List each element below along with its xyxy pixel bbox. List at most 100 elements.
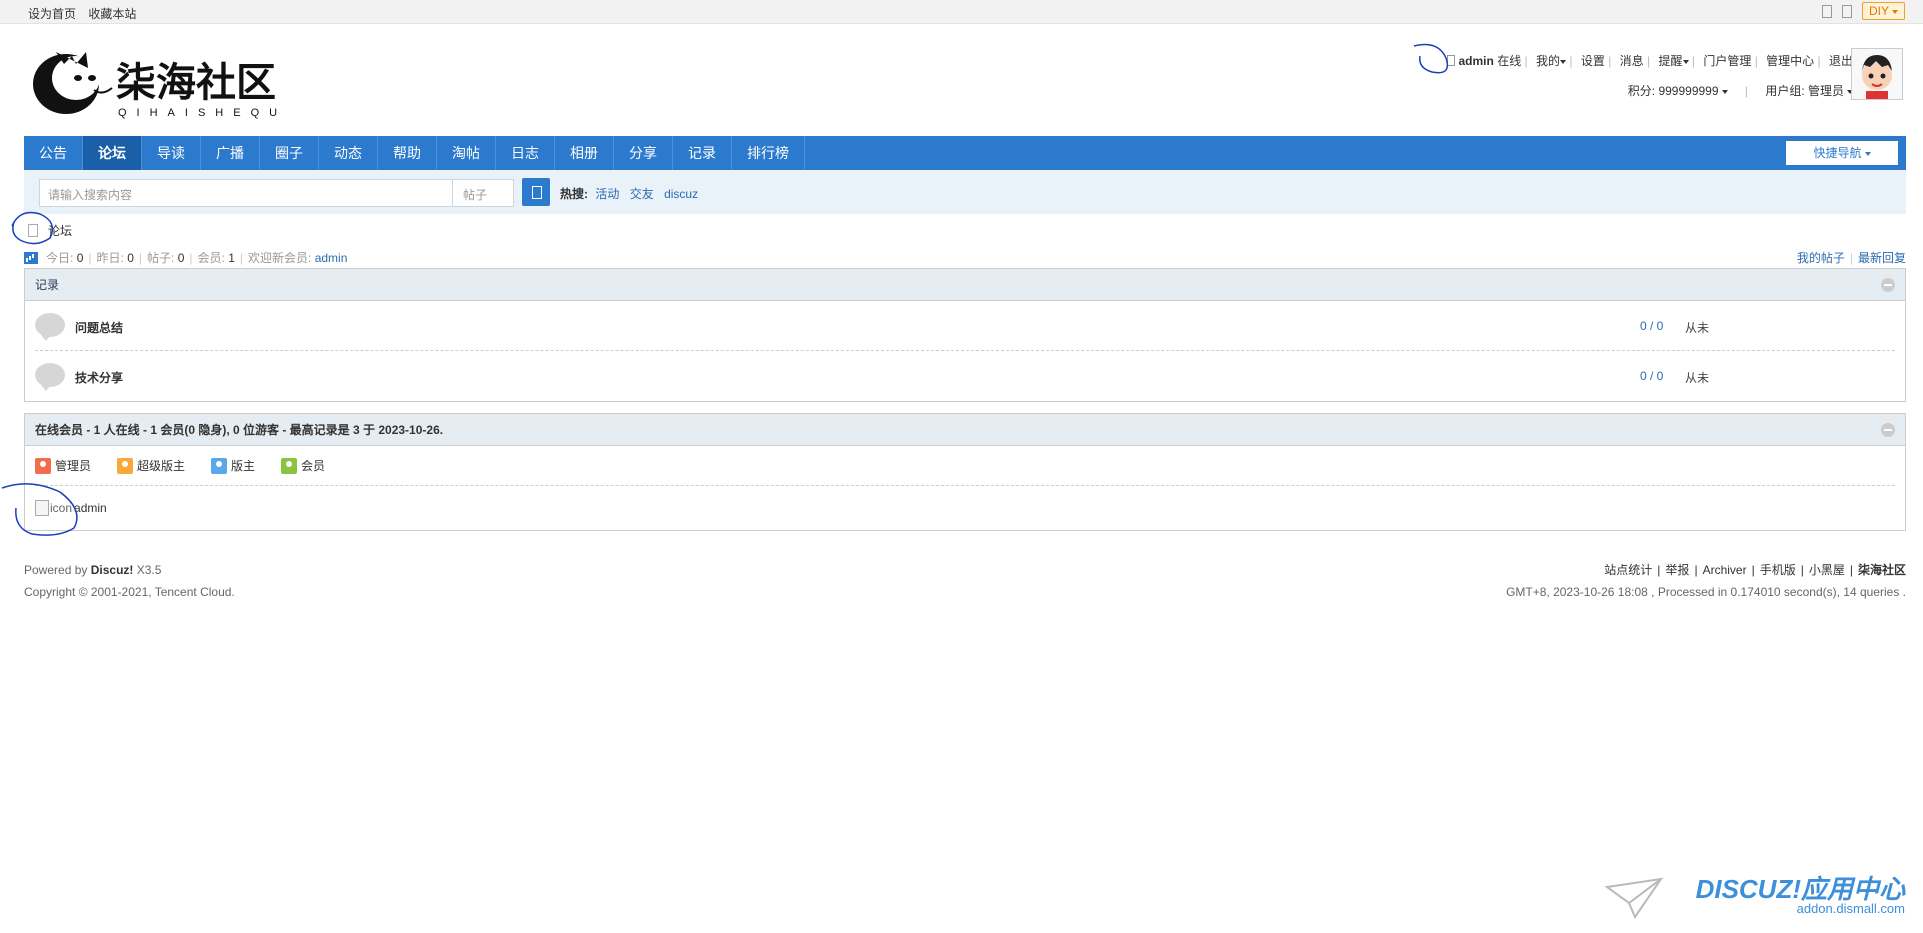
chevron-down-icon — [1864, 151, 1871, 156]
menu-admin-center[interactable]: 管理中心 — [1766, 54, 1814, 68]
credits-menu[interactable]: 积分: 999999999 — [1628, 84, 1728, 98]
menu-my[interactable]: 我的 — [1536, 54, 1567, 68]
mobile-icon[interactable] — [1821, 4, 1832, 18]
forum-stats: 今日: 0 | 昨日: 0 | 帖子: 0 | 会员: 1 | 欢迎新会员: a… — [24, 249, 347, 266]
footer-link-site[interactable]: 柒海社区 — [1858, 563, 1906, 577]
forum-name[interactable]: 技术分享 — [75, 369, 123, 386]
logo-icon: 柒海社区 QIHAISHEQU — [33, 52, 277, 119]
paper-plane-icon — [1605, 877, 1664, 920]
posts-label: 帖子: — [147, 251, 175, 265]
admin-user-icon — [35, 457, 51, 474]
user-info-row: 积分: 999999999 | 用户组: 管理员 — [1447, 82, 1853, 99]
switch-width-icon[interactable] — [1841, 4, 1852, 18]
online-user[interactable]: icon — [35, 499, 72, 517]
quick-nav-label: 快捷导航 — [1813, 146, 1862, 160]
version-text: X3.5 — [136, 563, 162, 577]
footer-link-mobile[interactable]: 手机版 — [1760, 563, 1796, 577]
nav-item-collections[interactable]: 淘帖 — [437, 136, 496, 170]
copyright: Copyright © 2001-2021, Tencent Cloud. — [24, 585, 235, 599]
legend-moderator: 版主 — [211, 457, 255, 474]
category-box: 记录 问题总结 0 / 0 从未 技术分享 0 / 0 从未 — [24, 268, 1906, 402]
hot-term-link[interactable]: 交友 — [630, 187, 654, 201]
super-moderator-user-icon — [117, 457, 134, 474]
nav-item-help[interactable]: 帮助 — [378, 136, 437, 170]
forum-count: 0 / 0 — [1640, 369, 1664, 383]
username-link[interactable]: admin — [1459, 54, 1494, 68]
chevron-down-icon — [1560, 59, 1567, 64]
welcome-label: 欢迎新会员: — [248, 251, 312, 265]
legend-label: 会员 — [301, 459, 326, 473]
footer-link-report[interactable]: 举报 — [1665, 563, 1689, 577]
nav-item-broadcast[interactable]: 广播 — [201, 136, 260, 170]
footer-link-stats[interactable]: 站点统计 — [1604, 563, 1652, 577]
latest-replies-link[interactable]: 最新回复 — [1858, 251, 1906, 265]
forum-row: 问题总结 0 / 0 从未 — [35, 301, 1895, 351]
menu-logout[interactable]: 退出 — [1829, 54, 1853, 68]
online-status[interactable]: 在线 — [1497, 54, 1521, 68]
quick-nav-button[interactable]: 快捷导航 — [1786, 141, 1898, 165]
user-menu-row: admin 在线 | 我的 | 设置 | 消息 | 提醒 | 门户管理 | 管理… — [1447, 52, 1853, 69]
forum-name[interactable]: 问题总结 — [75, 319, 123, 336]
collapse-icon[interactable] — [1881, 278, 1895, 292]
menu-messages[interactable]: 消息 — [1620, 54, 1644, 68]
online-user-row: icon admin — [35, 486, 1895, 530]
nav-item-announcement[interactable]: 公告 — [24, 136, 83, 170]
set-home-link[interactable]: 设为首页 — [28, 7, 76, 21]
powered-prefix: Powered by — [24, 563, 88, 577]
legend-label: 超级版主 — [137, 459, 186, 473]
legend-label: 管理员 — [55, 459, 92, 473]
footer-link-archiver[interactable]: Archiver — [1703, 563, 1747, 577]
nav-item-ranking[interactable]: 排行榜 — [732, 136, 805, 170]
forum-count: 0 / 0 — [1640, 319, 1664, 333]
diy-button[interactable]: DIY — [1861, 2, 1905, 20]
chevron-down-icon — [1682, 59, 1689, 64]
my-posts-link[interactable]: 我的帖子 — [1797, 251, 1845, 265]
legend-admin: 管理员 — [35, 457, 91, 474]
menu-my-label: 我的 — [1536, 54, 1561, 68]
moderator-user-icon — [211, 457, 228, 474]
collapse-icon[interactable] — [1881, 423, 1895, 437]
online-box: 在线会员 - 1 人在线 - 1 会员(0 隐身), 0 位游客 - 最高记录是… — [24, 413, 1906, 531]
newest-member-link[interactable]: admin — [315, 251, 348, 265]
footer-left: Powered by Discuz! X3.5 Copyright © 2001… — [24, 559, 235, 603]
category-header: 记录 — [25, 269, 1905, 301]
online-user-name[interactable]: admin — [74, 501, 107, 515]
hot-term-link[interactable]: discuz — [664, 187, 698, 201]
members-value: 1 — [228, 250, 235, 265]
nav-item-share[interactable]: 分享 — [614, 136, 673, 170]
usergroup-menu[interactable]: 用户组: 管理员 — [1765, 84, 1853, 98]
bookmark-link[interactable]: 收藏本站 — [88, 7, 136, 21]
search-type-select[interactable]: 帖子 — [453, 179, 514, 207]
member-user-icon — [281, 457, 298, 474]
menu-settings[interactable]: 设置 — [1581, 54, 1605, 68]
menu-reminders-label: 提醒 — [1658, 54, 1683, 68]
menu-portal-admin[interactable]: 门户管理 — [1703, 54, 1751, 68]
nav-item-records[interactable]: 记录 — [673, 136, 732, 170]
hot-term-link[interactable]: 活动 — [595, 187, 619, 201]
top-right-tools: DIY — [1821, 2, 1905, 20]
credits-label: 积分: 999999999 — [1627, 84, 1719, 98]
nav-item-album[interactable]: 相册 — [555, 136, 614, 170]
broken-image-icon — [35, 500, 49, 516]
site-logo[interactable]: 柒海社区 QIHAISHEQU — [28, 44, 298, 120]
search-button[interactable] — [522, 178, 550, 206]
category-title[interactable]: 记录 — [35, 278, 59, 292]
chevron-down-icon — [1721, 89, 1728, 94]
avatar[interactable] — [1851, 48, 1903, 100]
diy-label: DIY — [1868, 4, 1889, 18]
breadcrumb-current[interactable]: 论坛 — [48, 222, 72, 239]
nav-item-groups[interactable]: 圈子 — [260, 136, 319, 170]
online-title[interactable]: 在线会员 - 1 人在线 - 1 会员(0 隐身), 0 位游客 - 最高记录是… — [35, 423, 443, 437]
avatar-icon — [1862, 55, 1892, 99]
nav-item-forum[interactable]: 论坛 — [83, 136, 142, 170]
today-label: 今日: — [46, 251, 74, 265]
nav-item-blog[interactable]: 日志 — [496, 136, 555, 170]
footer-link-blacklist[interactable]: 小黑屋 — [1809, 563, 1845, 577]
nav-item-guide[interactable]: 导读 — [142, 136, 201, 170]
discuz-link[interactable]: Discuz! — [91, 563, 134, 577]
home-icon[interactable] — [28, 224, 38, 237]
search-input[interactable]: 请输入搜索内容 — [39, 179, 453, 207]
nav-item-activity[interactable]: 动态 — [319, 136, 378, 170]
menu-reminders[interactable]: 提醒 — [1659, 54, 1689, 68]
forum-bubble-icon — [35, 313, 65, 341]
